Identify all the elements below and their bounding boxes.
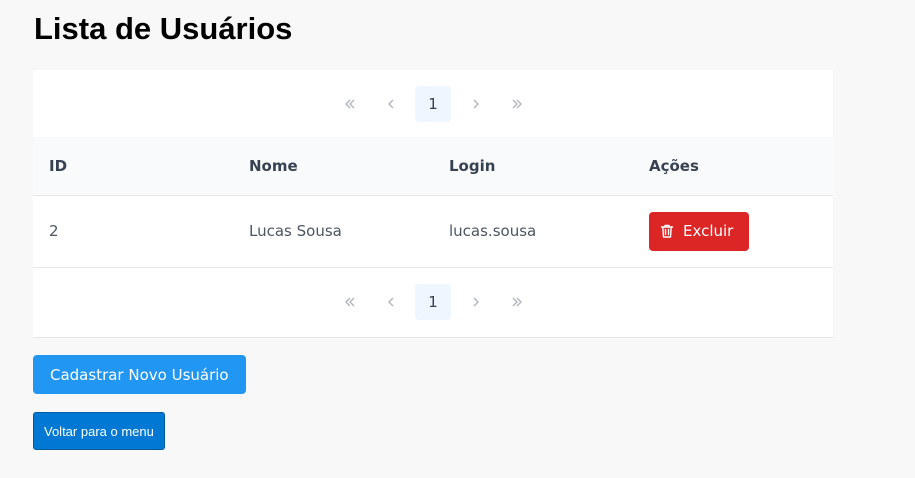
table-header-row: ID Nome Login Ações [33, 137, 833, 196]
column-header-id[interactable]: ID [33, 137, 233, 196]
cell-login: lucas.sousa [433, 195, 633, 268]
first-page-button[interactable] [331, 284, 368, 321]
page-title: Lista de Usuários [34, 11, 293, 46]
prev-page-button[interactable] [372, 85, 409, 122]
users-datatable: 1 ID Nome Login Ações 2 Lucas Sousa luca… [33, 70, 833, 338]
back-to-menu-button[interactable]: Voltar para o menu [33, 412, 165, 450]
column-header-login[interactable]: Login [433, 137, 633, 196]
page-number-button[interactable]: 1 [415, 85, 451, 122]
next-page-button[interactable] [457, 85, 494, 122]
chevron-right-icon [473, 99, 479, 108]
page-number-button[interactable]: 1 [415, 284, 451, 320]
cell-nome: Lucas Sousa [233, 195, 433, 268]
last-page-button[interactable] [498, 85, 535, 122]
trash-icon [660, 224, 674, 238]
users-table: ID Nome Login Ações 2 Lucas Sousa lucas.… [33, 137, 833, 268]
table-row: 2 Lucas Sousa lucas.sousa Excluir [33, 195, 833, 268]
double-chevron-right-icon [512, 297, 522, 307]
prev-page-button[interactable] [372, 284, 409, 321]
cell-acoes: Excluir [633, 195, 833, 268]
column-header-acoes: Ações [633, 137, 833, 196]
delete-button-label: Excluir [683, 222, 734, 240]
chevron-left-icon [387, 297, 393, 307]
double-chevron-left-icon [344, 297, 354, 307]
column-header-nome[interactable]: Nome [233, 137, 433, 196]
first-page-button[interactable] [331, 85, 368, 122]
double-chevron-right-icon [512, 99, 522, 108]
cell-id: 2 [33, 195, 233, 268]
register-user-button[interactable]: Cadastrar Novo Usuário [33, 355, 246, 394]
last-page-button[interactable] [498, 284, 535, 321]
paginator-bottom: 1 [33, 267, 833, 338]
double-chevron-left-icon [344, 99, 354, 108]
page: Lista de Usuários 1 ID Nome Login Ações … [0, 0, 915, 478]
chevron-left-icon [387, 99, 393, 108]
delete-user-button[interactable]: Excluir [649, 211, 750, 251]
chevron-right-icon [473, 297, 479, 307]
paginator-top: 1 [33, 70, 833, 137]
next-page-button[interactable] [457, 284, 494, 321]
